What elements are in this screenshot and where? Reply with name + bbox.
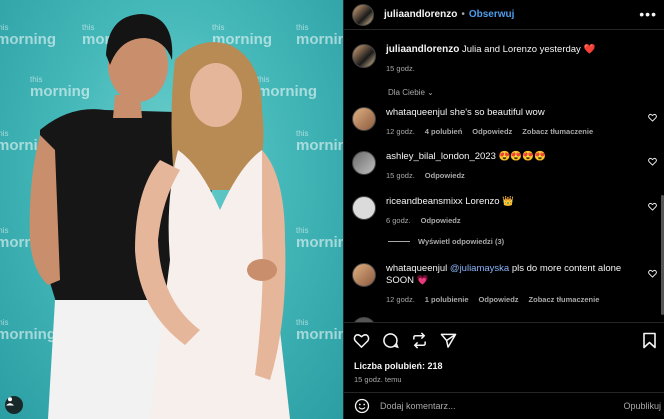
share-icon[interactable] bbox=[440, 332, 457, 349]
heart-icon[interactable] bbox=[648, 157, 657, 166]
chevron-down-icon: ⌄ bbox=[427, 88, 434, 97]
translate-button[interactable]: Zobacz tłumaczenie bbox=[522, 126, 593, 138]
comment-username[interactable]: riceandbeansmixx bbox=[386, 196, 463, 207]
caption-emoji: ❤️ bbox=[583, 44, 596, 55]
section-label-text: Dla Ciebie bbox=[388, 88, 425, 97]
publish-button[interactable]: Opublikuj bbox=[623, 401, 661, 411]
view-replies-label: Wyświetl odpowiedzi (3) bbox=[418, 237, 505, 246]
more-horizontal-icon[interactable]: ••• bbox=[639, 6, 657, 22]
view-replies-button[interactable]: Wyświetl odpowiedzi (3) bbox=[388, 237, 504, 246]
heart-icon[interactable] bbox=[648, 269, 657, 278]
comment-time[interactable]: 15 godz. bbox=[386, 170, 415, 182]
caption-time[interactable]: 15 godz. bbox=[386, 63, 415, 75]
caption-text: Julia and Lorenzo yesterday bbox=[461, 44, 581, 55]
reply-button[interactable]: Odpowiedz bbox=[472, 126, 512, 138]
translate-button[interactable]: Zobacz tłumaczenie bbox=[529, 294, 600, 306]
heart-icon[interactable] bbox=[648, 202, 657, 211]
section-label[interactable]: Dla Ciebie ⌄ bbox=[388, 88, 434, 97]
post-time[interactable]: 15 godz. temu bbox=[354, 375, 402, 384]
comment-text: she's so beautiful wow bbox=[449, 107, 545, 118]
avatar[interactable] bbox=[352, 44, 376, 68]
bookmark-icon[interactable] bbox=[642, 332, 657, 349]
comment-text: Lorenzo 👑 bbox=[465, 196, 515, 207]
comment-time[interactable]: 12 godz. bbox=[386, 294, 415, 306]
separator-dot: • bbox=[461, 9, 465, 20]
likes-count[interactable]: Liczba polubień: 218 bbox=[354, 361, 443, 371]
post-details-panel: juliaandlorenzo • Obserwuj ••• juliaandl… bbox=[343, 0, 664, 419]
post-actions: Liczba polubień: 218 15 godz. temu bbox=[344, 322, 664, 402]
comment-likes[interactable]: 4 polubień bbox=[425, 126, 463, 138]
divider bbox=[388, 241, 410, 242]
comment-username[interactable]: whataqueenjul bbox=[386, 263, 447, 274]
follow-button[interactable]: Obserwuj bbox=[469, 9, 515, 20]
reply-button[interactable]: Odpowiedz bbox=[479, 294, 519, 306]
heart-icon[interactable] bbox=[353, 332, 370, 349]
avatar[interactable] bbox=[352, 3, 374, 26]
comment-input[interactable]: Dodaj komentarz... bbox=[380, 401, 623, 411]
emoji-icon[interactable] bbox=[354, 398, 370, 414]
header-username[interactable]: juliaandlorenzo bbox=[384, 9, 457, 20]
avatar[interactable] bbox=[352, 107, 376, 131]
comment-likes[interactable]: 1 polubienie bbox=[425, 294, 469, 306]
avatar[interactable] bbox=[352, 196, 376, 220]
add-comment-bar: Dodaj komentarz... Opublikuj bbox=[344, 392, 664, 419]
comment-time[interactable]: 12 godz. bbox=[386, 126, 415, 138]
avatar[interactable] bbox=[352, 151, 376, 175]
comment-text: 😍😍😍😍 bbox=[498, 151, 546, 162]
avatar[interactable] bbox=[352, 263, 376, 287]
repost-icon[interactable] bbox=[411, 332, 428, 349]
comment-username[interactable]: whataqueenjul bbox=[386, 107, 447, 118]
reply-button[interactable]: Odpowiedz bbox=[425, 170, 465, 182]
comment-time[interactable]: 6 godz. bbox=[386, 215, 411, 227]
post-photo[interactable]: thismorning thismorning thismorning this… bbox=[0, 0, 343, 419]
post-header: juliaandlorenzo • Obserwuj ••• bbox=[344, 0, 664, 30]
reply-button[interactable]: Odpowiedz bbox=[421, 215, 461, 227]
comment-mention[interactable]: @juliamayska bbox=[450, 263, 509, 274]
comments-list[interactable]: juliaandlorenzo Julia and Lorenzo yester… bbox=[344, 30, 664, 322]
user-tag-button[interactable] bbox=[5, 396, 23, 414]
couple-illustration bbox=[29, 14, 290, 419]
comment-emoji: 💗 bbox=[416, 275, 429, 286]
caption-username[interactable]: juliaandlorenzo bbox=[386, 44, 459, 55]
comment-username[interactable]: ashley_bilal_london_2023 bbox=[386, 151, 496, 162]
comment-icon[interactable] bbox=[382, 332, 399, 349]
user-icon bbox=[6, 397, 14, 406]
heart-icon[interactable] bbox=[648, 113, 657, 122]
